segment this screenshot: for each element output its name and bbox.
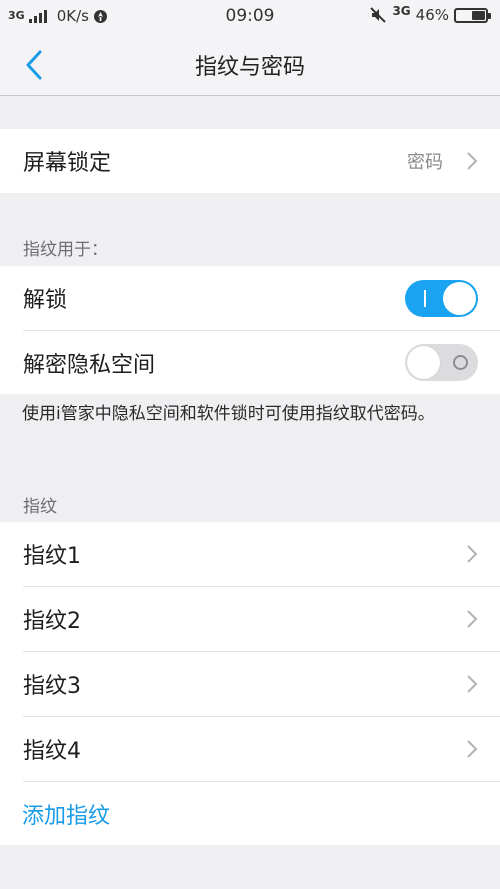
fingerprint-item[interactable]: 指纹2 <box>0 587 500 651</box>
screen-lock-value: 密码 <box>407 152 443 173</box>
status-right: 3G 46% <box>369 4 491 24</box>
fingerprint-usage-card: 解锁 解密隐私空间 <box>0 266 500 394</box>
fingerprint-usage-description: 使用i管家中隐私空间和软件锁时可使用指纹取代密码。 <box>22 404 435 424</box>
screen-lock-row[interactable]: 屏幕锁定 密码 <box>0 129 500 193</box>
fingerprint-label: 指纹2 <box>23 609 81 634</box>
add-fingerprint-link[interactable]: 添加指纹 <box>22 798 110 830</box>
fingerprint-label: 指纹4 <box>23 739 81 764</box>
status-bar: 3G 0K/s 09:09 3G 46% <box>0 0 500 34</box>
battery-icon <box>454 7 491 23</box>
battery-percent: 46% <box>415 6 449 24</box>
app-header: 指纹与密码 <box>0 34 500 96</box>
chevron-right-icon <box>467 675 478 693</box>
network-type-right: 3G <box>392 4 411 18</box>
chevron-right-icon <box>467 545 478 563</box>
fingerprint-label: 指纹1 <box>23 544 81 569</box>
chevron-right-icon <box>467 152 478 170</box>
fingerprints-card: 指纹1 指纹2 指纹3 指纹4 添加指纹 <box>0 522 500 845</box>
unlock-label: 解锁 <box>23 288 68 313</box>
muted-sound-icon <box>370 7 387 23</box>
fingerprint-item[interactable]: 指纹1 <box>0 522 500 586</box>
unlock-row[interactable]: 解锁 <box>0 266 500 330</box>
fingerprints-header: 指纹 <box>23 497 57 517</box>
chevron-right-icon <box>467 610 478 628</box>
unlock-toggle[interactable] <box>405 280 478 317</box>
screen-lock-card: 屏幕锁定 密码 <box>0 129 500 193</box>
private-space-row[interactable]: 解密隐私空间 <box>0 331 500 394</box>
private-space-label: 解密隐私空间 <box>23 352 156 378</box>
screen-lock-label: 屏幕锁定 <box>23 151 112 176</box>
add-fingerprint-row[interactable]: 添加指纹 <box>0 782 500 845</box>
chevron-right-icon <box>467 740 478 758</box>
fingerprint-item[interactable]: 指纹4 <box>0 717 500 781</box>
fingerprint-item[interactable]: 指纹3 <box>0 652 500 716</box>
fingerprint-usage-header: 指纹用于： <box>23 240 108 260</box>
fingerprint-label: 指纹3 <box>23 674 81 699</box>
private-space-toggle[interactable] <box>405 344 478 381</box>
page-title: 指纹与密码 <box>194 55 305 80</box>
